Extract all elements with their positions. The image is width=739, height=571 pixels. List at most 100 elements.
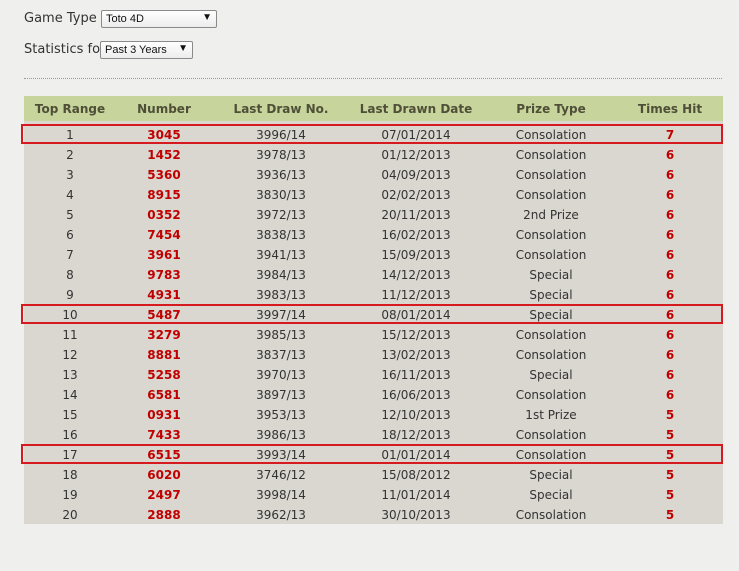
number-cell: 5360 [147, 168, 181, 182]
rank-cell: 13 [62, 368, 78, 382]
draw-no-cell: 3953/13 [256, 408, 306, 422]
rank-cell: 3 [66, 168, 74, 182]
draw-no-cell: 3970/13 [256, 368, 306, 382]
table-row: 20 2888 3962/13 30/10/2013 Consolation 5 [24, 505, 723, 525]
col-top-range-header: Top Range [34, 102, 106, 116]
times-hit-cell: 6 [665, 328, 675, 342]
statistics-period-select[interactable]: Past 3 Years ▼ [100, 41, 193, 59]
prize-type-cell: Special [529, 288, 573, 302]
number-cell: 7454 [147, 228, 181, 242]
number-cell: 3961 [147, 248, 181, 262]
times-hit-cell: 6 [665, 288, 675, 302]
table-row: 9 4931 3983/13 11/12/2013 Special 6 [24, 285, 723, 305]
draw-no-cell: 3838/13 [256, 228, 306, 242]
rank-cell: 19 [62, 488, 78, 502]
rank-cell: 20 [62, 508, 78, 522]
prize-type-cell: Consolation [515, 188, 587, 202]
prize-type-cell: Special [529, 468, 573, 482]
number-cell: 2497 [147, 488, 181, 502]
number-cell: 7433 [147, 428, 181, 442]
times-hit-cell: 6 [665, 368, 675, 382]
times-hit-cell: 6 [665, 148, 675, 162]
date-cell: 13/02/2013 [381, 348, 451, 362]
number-cell: 8881 [147, 348, 181, 362]
rank-cell: 4 [66, 188, 74, 202]
table-row: 2 1452 3978/13 01/12/2013 Consolation 6 [24, 145, 723, 165]
draw-no-cell: 3830/13 [256, 188, 306, 202]
times-hit-cell: 5 [665, 428, 675, 442]
prize-type-cell: Special [529, 488, 573, 502]
prize-type-cell: Consolation [515, 508, 587, 522]
highlight-box [21, 444, 723, 464]
table-row: 6 7454 3838/13 16/02/2013 Consolation 6 [24, 225, 723, 245]
date-cell: 12/10/2013 [381, 408, 451, 422]
draw-no-cell: 3972/13 [256, 208, 306, 222]
number-cell: 6020 [147, 468, 181, 482]
rank-cell: 12 [62, 348, 78, 362]
draw-no-cell: 3962/13 [256, 508, 306, 522]
col-times-hit-header: Times Hit [637, 102, 703, 116]
date-cell: 11/01/2014 [381, 488, 451, 502]
draw-no-cell: 3983/13 [256, 288, 306, 302]
times-hit-cell: 6 [665, 248, 675, 262]
date-cell: 16/11/2013 [381, 368, 451, 382]
rank-cell: 7 [66, 248, 74, 262]
draw-no-cell: 3998/14 [256, 488, 306, 502]
rank-cell: 8 [66, 268, 74, 282]
table-row: 16 7433 3986/13 18/12/2013 Consolation 5 [24, 425, 723, 445]
prize-type-cell: Consolation [515, 228, 587, 242]
date-cell: 30/10/2013 [381, 508, 451, 522]
number-cell: 8915 [147, 188, 181, 202]
date-cell: 14/12/2013 [381, 268, 451, 282]
draw-no-cell: 3986/13 [256, 428, 306, 442]
times-hit-cell: 6 [665, 168, 675, 182]
rank-cell: 11 [62, 328, 78, 342]
times-hit-cell: 6 [665, 268, 675, 282]
statistics-label: Statistics for [24, 42, 106, 57]
table-row: 3 5360 3936/13 04/09/2013 Consolation 6 [24, 165, 723, 185]
date-cell: 11/12/2013 [381, 288, 451, 302]
divider [24, 78, 722, 79]
chevron-down-icon: ▼ [202, 12, 212, 23]
highlight-box [21, 304, 723, 324]
date-cell: 02/02/2013 [381, 188, 451, 202]
times-hit-cell: 5 [665, 488, 675, 502]
number-cell: 5258 [147, 368, 181, 382]
prize-type-cell: Special [529, 268, 573, 282]
number-cell: 2888 [147, 508, 181, 522]
game-type-select[interactable]: Toto 4D ▼ [101, 10, 217, 28]
table-row: 14 6581 3897/13 16/06/2013 Consolation 6 [24, 385, 723, 405]
prize-type-cell: Consolation [515, 348, 587, 362]
prize-type-cell: Consolation [515, 168, 587, 182]
table-row: 15 0931 3953/13 12/10/2013 1st Prize 5 [24, 405, 723, 425]
draw-no-cell: 3746/12 [256, 468, 306, 482]
table-row: 4 8915 3830/13 02/02/2013 Consolation 6 [24, 185, 723, 205]
rank-cell: 2 [66, 148, 74, 162]
date-cell: 18/12/2013 [381, 428, 451, 442]
table-row: 8 9783 3984/13 14/12/2013 Special 6 [24, 265, 723, 285]
times-hit-cell: 5 [665, 468, 675, 482]
rank-cell: 14 [62, 388, 78, 402]
prize-type-cell: 1st Prize [525, 408, 577, 422]
table-row: 5 0352 3972/13 20/11/2013 2nd Prize 6 [24, 205, 723, 225]
number-cell: 1452 [147, 148, 181, 162]
prize-type-cell: 2nd Prize [523, 208, 579, 222]
number-cell: 9783 [147, 268, 181, 282]
draw-no-cell: 3978/13 [256, 148, 306, 162]
times-hit-cell: 6 [665, 228, 675, 242]
number-cell: 0931 [147, 408, 181, 422]
draw-no-cell: 3985/13 [256, 328, 306, 342]
rank-cell: 9 [66, 288, 74, 302]
table-row: 7 3961 3941/13 15/09/2013 Consolation 6 [24, 245, 723, 265]
number-cell: 6581 [147, 388, 181, 402]
date-cell: 16/02/2013 [381, 228, 451, 242]
draw-no-cell: 3941/13 [256, 248, 306, 262]
table-row: 13 5258 3970/13 16/11/2013 Special 6 [24, 365, 723, 385]
col-prize-type-header: Prize Type [516, 102, 586, 116]
table-row: 11 3279 3985/13 15/12/2013 Consolation 6 [24, 325, 723, 345]
prize-type-cell: Consolation [515, 248, 587, 262]
draw-no-cell: 3984/13 [256, 268, 306, 282]
times-hit-cell: 5 [665, 508, 675, 522]
game-type-value: Toto 4D [106, 13, 144, 25]
prize-type-cell: Consolation [515, 428, 587, 442]
